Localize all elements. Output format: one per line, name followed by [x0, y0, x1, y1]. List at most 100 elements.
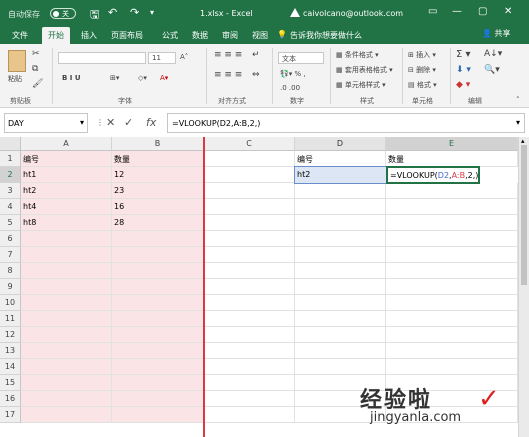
cell-d9[interactable] — [295, 279, 386, 295]
ribbon-display-icon[interactable]: ▭ — [428, 6, 437, 17]
name-box[interactable]: DAY ▾ — [4, 113, 88, 133]
sort-filter-icon[interactable]: A↓▾ — [484, 49, 502, 59]
tab-view[interactable]: 视图 — [252, 30, 268, 41]
row-header-5[interactable]: 5 — [0, 215, 21, 231]
paste-button-label[interactable]: 粘贴 — [8, 74, 22, 84]
cell-a10[interactable] — [21, 295, 112, 311]
row-header-9[interactable]: 9 — [0, 279, 21, 295]
cell-a11[interactable] — [21, 311, 112, 327]
cell-e5[interactable] — [386, 215, 518, 231]
format-as-table-button[interactable]: ▦ 套用表格格式 ▾ — [336, 65, 393, 75]
row-header-1[interactable]: 1 — [0, 151, 21, 167]
cell-a7[interactable] — [21, 247, 112, 263]
conditional-format-button[interactable]: ▦ 条件格式 ▾ — [336, 50, 379, 60]
number-format-combobox[interactable]: 文本 — [278, 52, 324, 64]
cell-e11[interactable] — [386, 311, 518, 327]
cell-c7[interactable] — [204, 247, 295, 263]
column-header-e[interactable]: E — [386, 137, 518, 151]
cell-c17[interactable] — [204, 407, 295, 423]
font-color-icon[interactable]: A▾ — [160, 74, 168, 82]
cell-e6[interactable] — [386, 231, 518, 247]
row-header-4[interactable]: 4 — [0, 199, 21, 215]
cell-d12[interactable] — [295, 327, 386, 343]
font-size-combobox[interactable]: 11 — [148, 52, 176, 64]
cell-e4[interactable] — [386, 199, 518, 215]
row-header-17[interactable]: 17 — [0, 407, 21, 423]
cell-b9[interactable] — [112, 279, 204, 295]
grow-font-icon[interactable]: A˄ — [180, 53, 188, 61]
cell-d6[interactable] — [295, 231, 386, 247]
redo-icon[interactable]: ↷ — [130, 6, 139, 19]
cell-b7[interactable] — [112, 247, 204, 263]
cell-e13[interactable] — [386, 343, 518, 359]
cell-c6[interactable] — [204, 231, 295, 247]
cell-b10[interactable] — [112, 295, 204, 311]
cell-e14[interactable] — [386, 359, 518, 375]
cell-b12[interactable] — [112, 327, 204, 343]
cell-a16[interactable] — [21, 391, 112, 407]
cell-e10[interactable] — [386, 295, 518, 311]
cell-c13[interactable] — [204, 343, 295, 359]
cell-a1[interactable]: 编号 — [21, 151, 112, 167]
cell-a12[interactable] — [21, 327, 112, 343]
cell-e1[interactable]: 数量 — [386, 151, 518, 167]
cell-styles-button[interactable]: ▦ 单元格样式 ▾ — [336, 80, 386, 90]
row-header-13[interactable]: 13 — [0, 343, 21, 359]
maximize-icon[interactable]: ▢ — [478, 6, 487, 17]
name-box-dropdown-icon[interactable]: ▾ — [80, 118, 84, 127]
cell-d11[interactable] — [295, 311, 386, 327]
copy-icon[interactable]: ⧉ — [32, 64, 38, 74]
cell-c12[interactable] — [204, 327, 295, 343]
row-header-2[interactable]: 2 — [0, 167, 21, 183]
tab-file[interactable]: 文件 — [12, 30, 28, 41]
cell-c2[interactable] — [204, 167, 295, 183]
fill-icon[interactable]: ⬇ ▾ — [456, 65, 471, 75]
autosave-toggle[interactable]: 关 — [50, 8, 76, 19]
cancel-icon[interactable]: ✕ — [106, 116, 115, 129]
align-left-icon[interactable]: ≡ ≡ ≡ — [214, 70, 242, 80]
cell-b11[interactable] — [112, 311, 204, 327]
cell-d10[interactable] — [295, 295, 386, 311]
merge-icon[interactable]: ⇔ — [252, 70, 260, 80]
cell-d5[interactable] — [295, 215, 386, 231]
cell-b17[interactable] — [112, 407, 204, 423]
cell-e8[interactable] — [386, 263, 518, 279]
insert-function-icon[interactable]: fx — [146, 116, 156, 129]
row-header-3[interactable]: 3 — [0, 183, 21, 199]
minimize-icon[interactable]: — — [452, 6, 462, 17]
cell-a2[interactable]: ht1 — [21, 167, 112, 183]
cell-b14[interactable] — [112, 359, 204, 375]
formula-input[interactable]: =VLOOKUP(D2,A:B,2,) ▾ — [167, 113, 525, 133]
tab-page-layout[interactable]: 页面布局 — [111, 30, 143, 41]
collapse-ribbon-icon[interactable]: ˄ — [516, 96, 520, 104]
cell-a5[interactable]: ht8 — [21, 215, 112, 231]
customize-qat-icon[interactable]: ▾ — [150, 8, 154, 17]
cell-c15[interactable] — [204, 375, 295, 391]
wrap-text-icon[interactable]: ↵ — [252, 50, 260, 60]
currency-icon[interactable]: 💱▾ % , — [280, 70, 306, 78]
row-header-6[interactable]: 6 — [0, 231, 21, 247]
scrollbar-thumb[interactable] — [521, 145, 527, 285]
tab-review[interactable]: 审阅 — [222, 30, 238, 41]
cell-d13[interactable] — [295, 343, 386, 359]
cell-c14[interactable] — [204, 359, 295, 375]
cell-b8[interactable] — [112, 263, 204, 279]
cell-b15[interactable] — [112, 375, 204, 391]
row-header-14[interactable]: 14 — [0, 359, 21, 375]
share-button[interactable]: 👤 共享 — [482, 28, 511, 39]
cell-d2[interactable]: ht2 — [295, 167, 386, 183]
cell-a15[interactable] — [21, 375, 112, 391]
cell-c9[interactable] — [204, 279, 295, 295]
font-style-buttons[interactable]: B I U — [62, 74, 81, 82]
format-cells-button[interactable]: ▤ 格式 ▾ — [408, 80, 437, 90]
cell-d7[interactable] — [295, 247, 386, 263]
cell-b3[interactable]: 23 — [112, 183, 204, 199]
cell-b6[interactable] — [112, 231, 204, 247]
cell-d1[interactable]: 编号 — [295, 151, 386, 167]
cell-e3[interactable] — [386, 183, 518, 199]
cell-c1[interactable] — [204, 151, 295, 167]
cell-d14[interactable] — [295, 359, 386, 375]
save-icon[interactable]: 🖫 — [90, 6, 99, 25]
cell-e9[interactable] — [386, 279, 518, 295]
cell-b2[interactable]: 12 — [112, 167, 204, 183]
